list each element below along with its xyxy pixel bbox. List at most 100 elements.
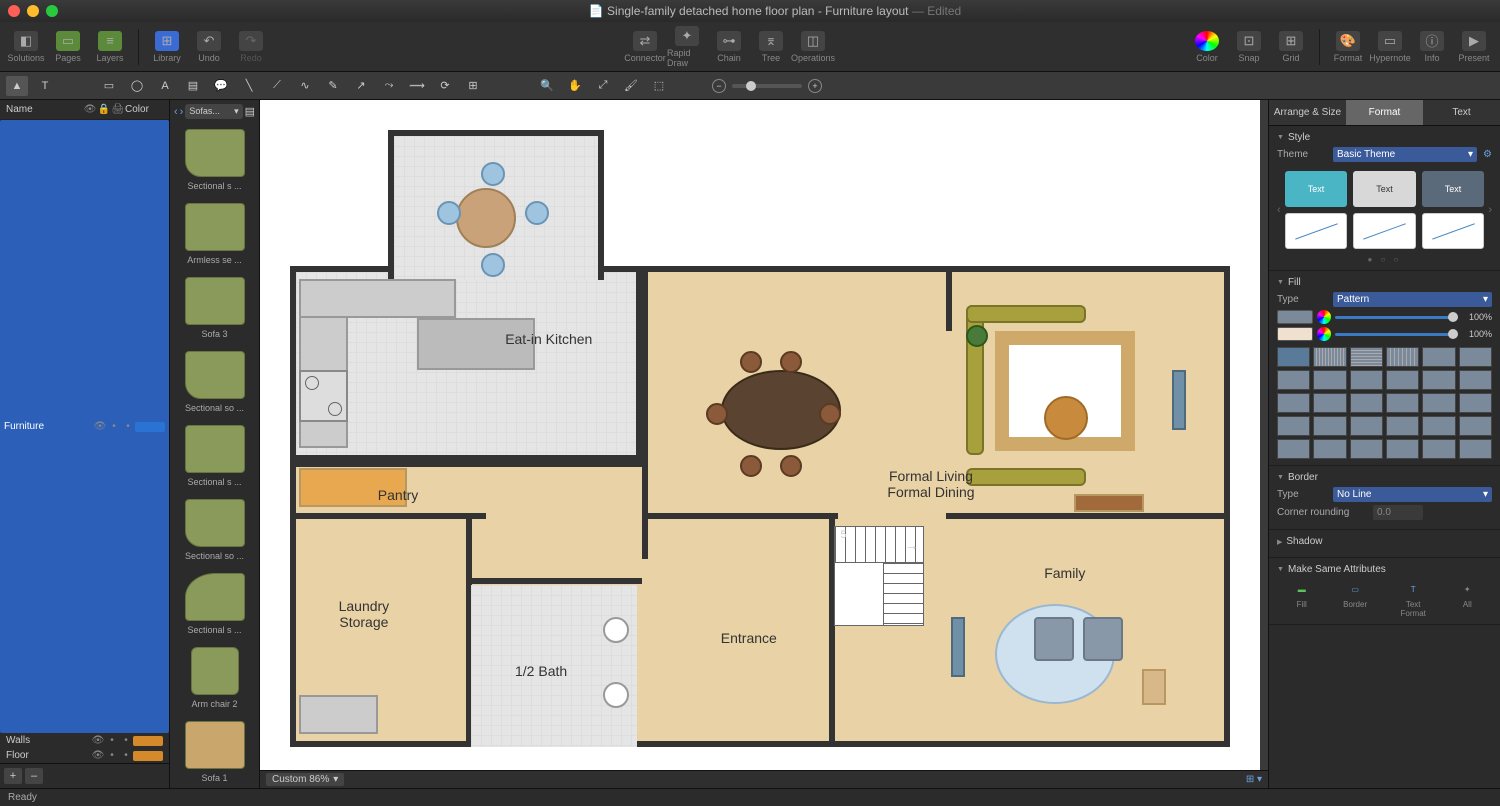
d-chair[interactable] xyxy=(780,455,802,477)
hand-tool[interactable]: ✋ xyxy=(564,76,586,96)
pattern-swatch[interactable] xyxy=(1350,370,1383,390)
dot-icon[interactable]: • xyxy=(119,735,133,746)
d-chair[interactable] xyxy=(740,351,762,373)
rapid-draw-button[interactable]: ✦Rapid Draw xyxy=(667,25,707,69)
pattern-swatch[interactable] xyxy=(1277,439,1310,459)
pattern-swatch[interactable] xyxy=(1386,347,1419,367)
snap-button[interactable]: ⊡Snap xyxy=(1229,25,1269,69)
hypernote-button[interactable]: ▭Hypernote xyxy=(1370,25,1410,69)
stairs[interactable]: 5 → xyxy=(834,526,924,626)
gear-icon[interactable]: ⚙ xyxy=(1483,149,1492,160)
family-tv[interactable] xyxy=(951,617,965,677)
theme-swatch[interactable]: Text xyxy=(1422,171,1485,207)
pattern-swatch[interactable] xyxy=(1350,393,1383,413)
d-chair[interactable] xyxy=(819,403,841,425)
opacity-slider-2[interactable] xyxy=(1335,333,1458,336)
layer-swatch[interactable] xyxy=(133,736,163,746)
pattern-swatch[interactable] xyxy=(1313,416,1346,436)
same-fill-button[interactable]: ▬Fill xyxy=(1294,581,1310,618)
same-attr-header[interactable]: Make Same Attributes xyxy=(1277,564,1492,575)
pattern-swatch[interactable] xyxy=(1350,347,1383,367)
dot-icon[interactable]: • xyxy=(107,421,121,432)
pattern-swatch[interactable] xyxy=(1386,370,1419,390)
canvas[interactable]: Pantry Laundry Storage 1/2 Bath Eat-in K… xyxy=(260,100,1260,770)
library-button[interactable]: ⊞Library xyxy=(147,25,187,69)
theme-select[interactable]: Basic Theme▾ xyxy=(1333,147,1477,162)
sectional-bottom[interactable] xyxy=(966,468,1086,486)
fill-type-select[interactable]: Pattern▾ xyxy=(1333,292,1492,307)
library-prev-icon[interactable]: ‹ xyxy=(174,106,178,118)
connector-tool-3[interactable]: ⟿ xyxy=(406,76,428,96)
floor-plan[interactable]: Pantry Laundry Storage 1/2 Bath Eat-in K… xyxy=(270,110,1250,760)
pattern-swatch[interactable] xyxy=(1459,416,1492,436)
spline-tool[interactable]: ∿ xyxy=(294,76,316,96)
solutions-button[interactable]: ◧Solutions xyxy=(6,25,46,69)
sink2[interactable] xyxy=(603,682,629,708)
color-swatch-2[interactable] xyxy=(1277,327,1313,341)
connector-tool-4[interactable]: ⟳ xyxy=(434,76,456,96)
shadow-header[interactable]: Shadow xyxy=(1277,536,1492,547)
tab-text[interactable]: Text xyxy=(1423,100,1500,126)
line-tool[interactable]: ╲ xyxy=(238,76,260,96)
border-header[interactable]: Border xyxy=(1277,472,1492,483)
zoom-slider[interactable] xyxy=(732,84,802,88)
library-item[interactable]: Sofa 1 xyxy=(170,715,259,788)
layer-row-furniture[interactable]: Furniture 👁•• xyxy=(0,120,169,733)
pattern-swatch[interactable] xyxy=(1313,370,1346,390)
wall[interactable] xyxy=(946,266,952,331)
library-next-icon[interactable]: › xyxy=(180,106,184,118)
dot-icon[interactable]: • xyxy=(105,750,119,761)
eye-icon[interactable]: 👁 xyxy=(91,750,105,761)
pattern-swatch[interactable] xyxy=(1459,439,1492,459)
pattern-swatch[interactable] xyxy=(1277,347,1310,367)
note-tool[interactable]: ▤ xyxy=(182,76,204,96)
eye-icon[interactable]: 👁 xyxy=(91,735,105,746)
tree-button[interactable]: ⌆Tree xyxy=(751,25,791,69)
arc-tool[interactable]: ⟋ xyxy=(266,76,288,96)
color-swatch-1[interactable] xyxy=(1277,310,1313,324)
wall[interactable] xyxy=(290,461,643,467)
layer-swatch[interactable] xyxy=(135,422,165,432)
f-chair2[interactable] xyxy=(1083,617,1123,661)
library-item[interactable]: Sofa 3 xyxy=(170,271,259,345)
pattern-swatch[interactable] xyxy=(1313,439,1346,459)
color-button[interactable]: Color xyxy=(1187,25,1227,69)
layer-row-walls[interactable]: Walls 👁•• xyxy=(0,733,169,748)
connector-button[interactable]: ⇄Connector xyxy=(625,25,665,69)
pattern-swatch[interactable] xyxy=(1277,393,1310,413)
library-item[interactable]: Armless se ... xyxy=(170,197,259,271)
operations-button[interactable]: ◫Operations xyxy=(793,25,833,69)
prev-theme-icon[interactable]: ‹ xyxy=(1277,204,1281,216)
pattern-swatch[interactable] xyxy=(1422,370,1455,390)
maximize-icon[interactable] xyxy=(46,5,58,17)
undo-button[interactable]: ↶Undo xyxy=(189,25,229,69)
chain-button[interactable]: ⊶Chain xyxy=(709,25,749,69)
wall[interactable] xyxy=(466,578,642,584)
grid-button[interactable]: ⊞Grid xyxy=(1271,25,1311,69)
pattern-swatch[interactable] xyxy=(1459,393,1492,413)
f-chair1[interactable] xyxy=(1034,617,1074,661)
zoom-select[interactable]: Custom 86%▾ xyxy=(266,773,344,786)
arrow-tool[interactable]: ↗ xyxy=(350,76,372,96)
pen-tool[interactable]: ✎ xyxy=(322,76,344,96)
style-header[interactable]: Style xyxy=(1277,132,1492,143)
text-shape-tool[interactable]: A xyxy=(154,76,176,96)
close-icon[interactable] xyxy=(8,5,20,17)
pattern-swatch[interactable] xyxy=(1350,439,1383,459)
connector-tool-2[interactable]: ⤳ xyxy=(378,76,400,96)
same-text-button[interactable]: TText Format xyxy=(1401,581,1426,618)
k-chair[interactable] xyxy=(481,162,505,186)
k-chair[interactable] xyxy=(437,201,461,225)
d-chair[interactable] xyxy=(706,403,728,425)
same-border-button[interactable]: ▭Border xyxy=(1343,581,1367,618)
theme-swatch[interactable]: Text xyxy=(1353,171,1416,207)
wall[interactable] xyxy=(946,513,1230,519)
minimize-icon[interactable] xyxy=(27,5,39,17)
next-theme-icon[interactable]: › xyxy=(1488,204,1492,216)
layer-row-floor[interactable]: Floor 👁•• xyxy=(0,748,169,763)
pattern-swatch[interactable] xyxy=(1313,347,1346,367)
pages-button[interactable]: ▭Pages xyxy=(48,25,88,69)
k-chair[interactable] xyxy=(525,201,549,225)
eraser-tool[interactable]: ⬚ xyxy=(648,76,670,96)
callout-tool[interactable]: 💬 xyxy=(210,76,232,96)
